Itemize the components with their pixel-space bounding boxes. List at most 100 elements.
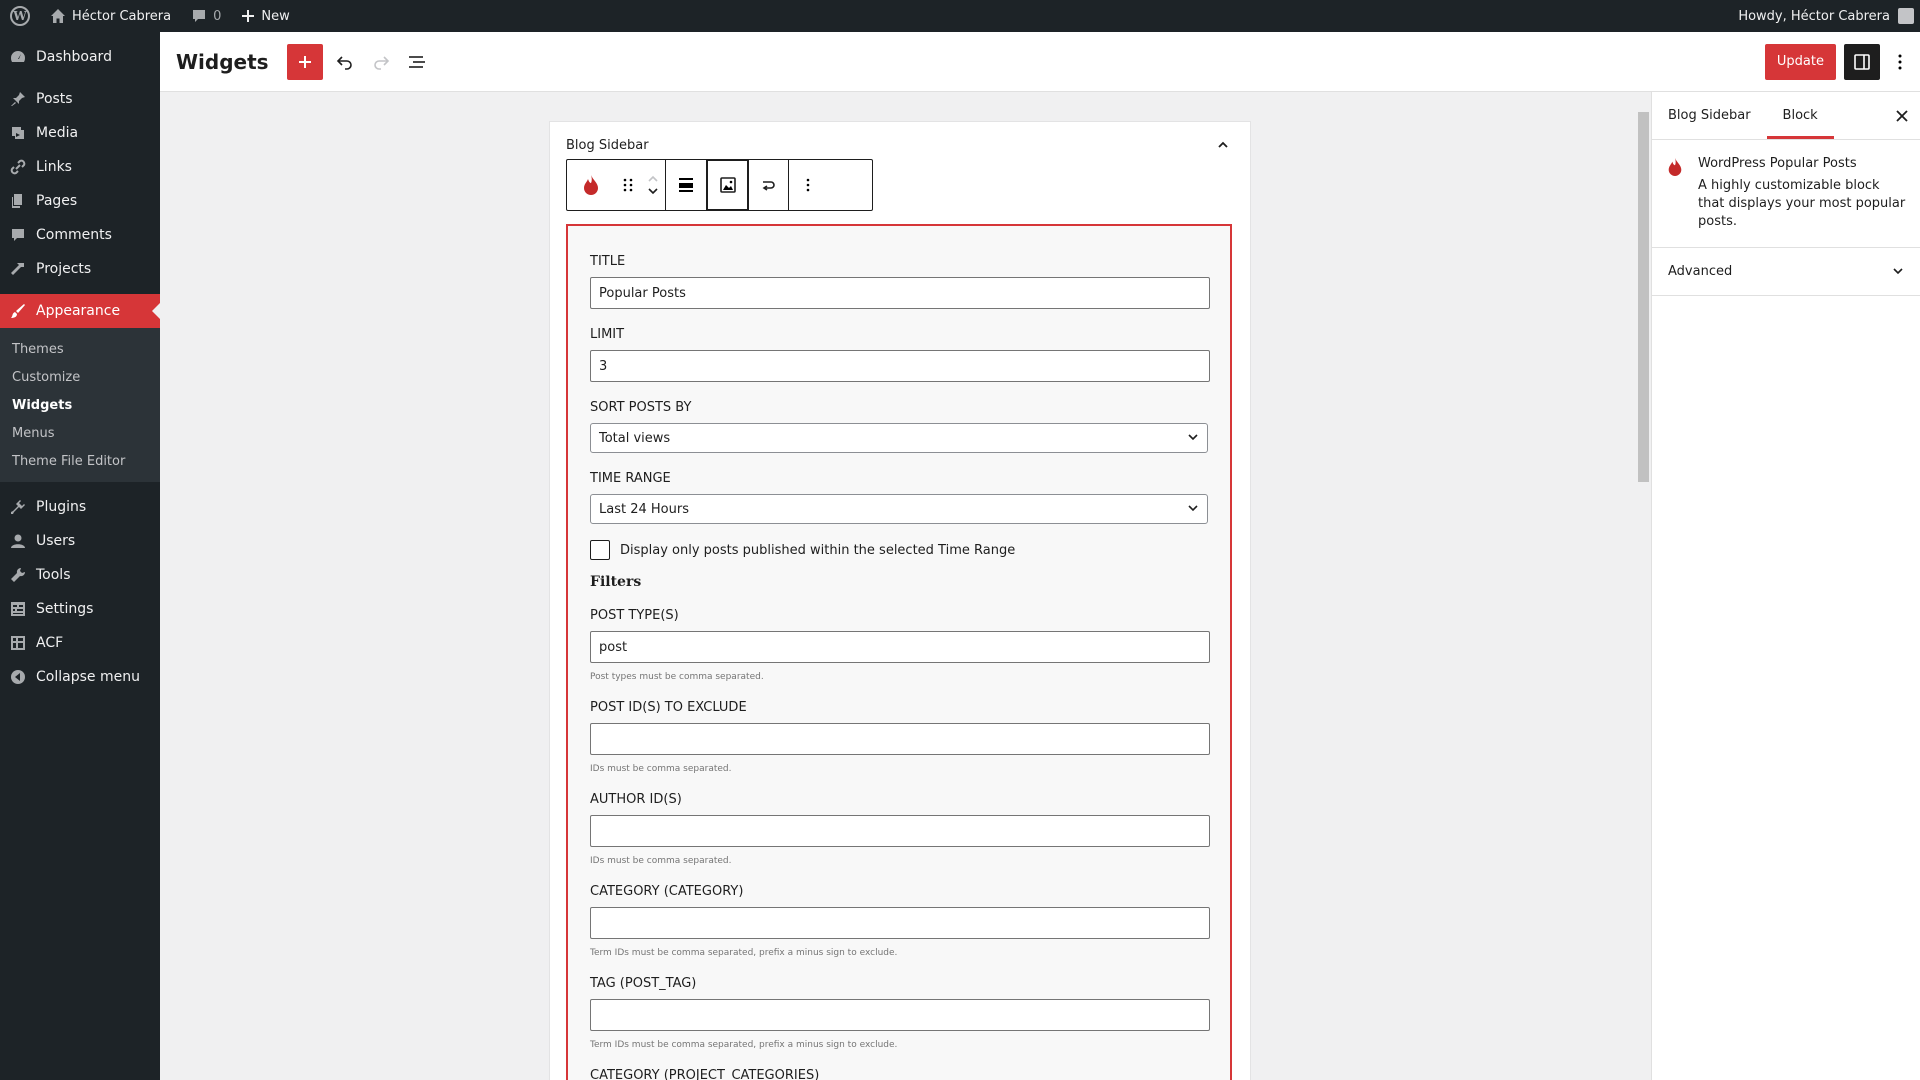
mode-group bbox=[707, 160, 789, 210]
add-block-button[interactable] bbox=[286, 43, 323, 80]
menu-item-media[interactable]: Media bbox=[0, 116, 160, 150]
new-label: New bbox=[261, 8, 290, 24]
collapse-menu-button[interactable]: Collapse menu bbox=[0, 660, 160, 694]
new-content-link[interactable]: New bbox=[231, 0, 299, 32]
settings-sidebar-toggle[interactable] bbox=[1844, 43, 1880, 80]
acf-icon bbox=[10, 635, 26, 651]
page-title: Widgets bbox=[176, 49, 269, 74]
post-types-input[interactable] bbox=[590, 631, 1210, 663]
comments-link[interactable]: 0 bbox=[181, 0, 231, 32]
tab-widget-area[interactable]: Blog Sidebar bbox=[1652, 92, 1767, 139]
redo-button[interactable] bbox=[363, 44, 399, 80]
title-input[interactable] bbox=[590, 277, 1210, 309]
menu-item-pages[interactable]: Pages bbox=[0, 184, 160, 218]
menu-label: Projects bbox=[36, 261, 92, 277]
my-account[interactable]: Howdy, Héctor Cabrera bbox=[1738, 8, 1920, 24]
menu-item-plugins[interactable]: Plugins bbox=[0, 490, 160, 524]
canvas-scrollbar[interactable] bbox=[1636, 92, 1651, 1080]
author-ids-input[interactable] bbox=[590, 815, 1210, 847]
user-icon bbox=[10, 533, 26, 549]
menu-label: Pages bbox=[36, 193, 78, 209]
settings-icon bbox=[10, 601, 26, 617]
time-range-select[interactable]: Last 24 Hours bbox=[590, 494, 1208, 524]
list-view-button[interactable] bbox=[399, 44, 435, 80]
menu-label: Tools bbox=[36, 567, 71, 583]
menu-label: Settings bbox=[36, 601, 94, 617]
hammer-icon bbox=[10, 261, 26, 277]
tag-input[interactable] bbox=[590, 999, 1210, 1031]
preview-mode-button[interactable] bbox=[707, 160, 748, 210]
wrench-icon bbox=[10, 567, 26, 583]
menu-item-comments[interactable]: Comments bbox=[0, 218, 160, 252]
exclude-ids-label: POST ID(S) TO EXCLUDE bbox=[590, 700, 747, 715]
align-button[interactable] bbox=[666, 160, 706, 210]
category-help: Term IDs must be comma separated, prefix… bbox=[590, 948, 898, 958]
popular-posts-block[interactable]: TITLE LIMIT SORT POSTS BY Total views TI… bbox=[566, 224, 1232, 1080]
options-menu-button[interactable] bbox=[1888, 44, 1912, 80]
chevron-down-icon bbox=[1188, 434, 1198, 441]
freshness-checkbox[interactable] bbox=[590, 540, 610, 560]
menu-item-posts[interactable]: Posts bbox=[0, 82, 160, 116]
transform-button[interactable] bbox=[748, 160, 788, 210]
pages-icon bbox=[10, 193, 26, 209]
settings-sidebar: Blog Sidebar Block WordPress Popular Pos… bbox=[1651, 92, 1920, 1080]
close-icon bbox=[1896, 110, 1908, 122]
block-card-description: A highly customizable block that display… bbox=[1698, 178, 1906, 229]
editor-header: Widgets Update bbox=[160, 32, 1920, 92]
submenu-item-customize[interactable]: Customize bbox=[0, 363, 160, 391]
howdy-label: Howdy, Héctor Cabrera bbox=[1738, 8, 1890, 24]
limit-input[interactable] bbox=[590, 350, 1210, 382]
menu-item-appearance[interactable]: Appearance bbox=[0, 294, 160, 328]
submenu-item-themes[interactable]: Themes bbox=[0, 335, 160, 363]
appearance-submenu: Themes Customize Widgets Menus Theme Fil… bbox=[0, 328, 160, 482]
update-button[interactable]: Update bbox=[1764, 43, 1836, 80]
category-input[interactable] bbox=[590, 907, 1210, 939]
menu-item-links[interactable]: Links bbox=[0, 150, 160, 184]
menu-item-acf[interactable]: ACF bbox=[0, 626, 160, 660]
menu-item-tools[interactable]: Tools bbox=[0, 558, 160, 592]
author-ids-label: AUTHOR ID(S) bbox=[590, 792, 682, 807]
exclude-ids-input[interactable] bbox=[590, 723, 1210, 755]
tab-block[interactable]: Block bbox=[1767, 92, 1834, 139]
scrollbar-thumb[interactable] bbox=[1638, 112, 1649, 482]
close-sidebar-button[interactable] bbox=[1888, 102, 1916, 130]
collapse-widget-area-button[interactable] bbox=[1216, 138, 1230, 156]
chevron-up-icon bbox=[1218, 141, 1228, 148]
filters-heading: Filters bbox=[590, 574, 642, 590]
more-vertical-icon bbox=[806, 178, 810, 192]
chevron-up-icon[interactable] bbox=[647, 174, 659, 182]
sort-select-value: Total views bbox=[599, 430, 671, 446]
menu-item-dashboard[interactable]: Dashboard bbox=[0, 40, 160, 74]
submenu-item-theme-file-editor[interactable]: Theme File Editor bbox=[0, 447, 160, 475]
block-type-button[interactable] bbox=[567, 160, 615, 210]
drag-handle[interactable] bbox=[615, 160, 641, 210]
block-card-title: WordPress Popular Posts bbox=[1698, 156, 1857, 171]
undo-button[interactable] bbox=[327, 44, 363, 80]
time-range-label: TIME RANGE bbox=[590, 471, 671, 486]
menu-label: Links bbox=[36, 159, 72, 175]
sort-select[interactable]: Total views bbox=[590, 423, 1208, 453]
menu-item-projects[interactable]: Projects bbox=[0, 252, 160, 286]
flame-icon bbox=[584, 175, 598, 195]
limit-label: LIMIT bbox=[590, 327, 625, 342]
advanced-panel-toggle[interactable]: Advanced bbox=[1652, 248, 1920, 296]
block-options-button[interactable] bbox=[789, 160, 827, 210]
menu-label: Appearance bbox=[36, 303, 121, 319]
submenu-item-menus[interactable]: Menus bbox=[0, 419, 160, 447]
flame-icon bbox=[1668, 158, 1682, 176]
freshness-checkbox-label[interactable]: Display only posts published within the … bbox=[620, 543, 1015, 558]
menu-item-users[interactable]: Users bbox=[0, 524, 160, 558]
sort-label: SORT POSTS BY bbox=[590, 400, 692, 415]
block-mover bbox=[641, 160, 665, 210]
chevron-down-icon[interactable] bbox=[647, 188, 659, 196]
align-none-icon bbox=[679, 178, 693, 192]
block-switcher-group bbox=[567, 160, 666, 210]
tag-label: TAG (POST_TAG) bbox=[590, 976, 697, 991]
wordpress-logo-menu[interactable]: W bbox=[0, 0, 40, 32]
menu-item-settings[interactable]: Settings bbox=[0, 592, 160, 626]
submenu-item-widgets[interactable]: Widgets bbox=[0, 391, 160, 419]
category-label: CATEGORY (CATEGORY) bbox=[590, 884, 744, 899]
align-group bbox=[666, 160, 707, 210]
site-name-link[interactable]: Héctor Cabrera bbox=[40, 0, 181, 32]
block-toolbar bbox=[566, 159, 873, 211]
